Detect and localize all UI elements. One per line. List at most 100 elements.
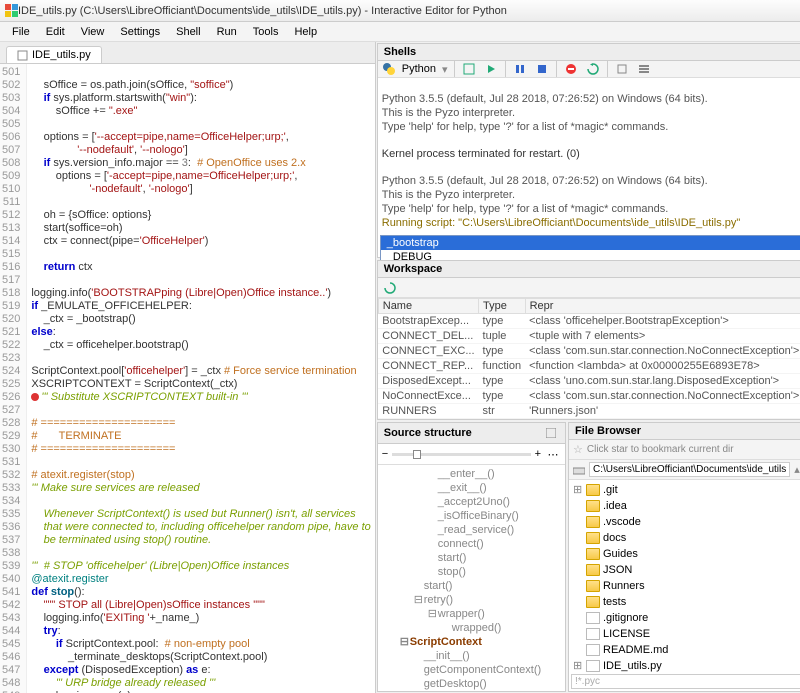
folder-icon xyxy=(586,564,600,576)
file-tree-item[interactable]: .idea xyxy=(573,498,800,514)
source-node[interactable]: __enter__() xyxy=(382,467,561,481)
bookmark-hint: Click star to bookmark current dir xyxy=(587,444,734,455)
menu-tools[interactable]: Tools xyxy=(245,24,287,40)
file-icon xyxy=(586,612,600,624)
drive-icon xyxy=(573,465,585,475)
source-header: Source structure xyxy=(384,427,472,439)
source-node[interactable]: start() xyxy=(382,551,561,565)
source-node[interactable]: wrapped() xyxy=(382,621,561,635)
source-node[interactable]: _accept2Uno() xyxy=(382,495,561,509)
completion-item[interactable]: _bootstrap xyxy=(381,236,800,250)
expand-icon[interactable] xyxy=(543,425,559,441)
filebrowser-header: File Browser xyxy=(569,423,800,440)
source-node[interactable]: __init__() xyxy=(382,649,561,663)
source-node[interactable]: getComponentContext() xyxy=(382,663,561,677)
shell-lang[interactable]: Python xyxy=(402,63,436,75)
file-tree-item[interactable]: JSON xyxy=(573,562,800,578)
title-bar: IDE_utils.py (C:\Users\LibreOfficiant\Do… xyxy=(0,0,800,22)
file-icon xyxy=(586,644,600,656)
source-slider[interactable]: −+ ⋯ xyxy=(378,444,565,465)
folder-icon xyxy=(586,532,600,544)
editor-tabs: IDE_utils.py xyxy=(0,42,375,64)
workspace-row[interactable]: DisposedExcept...type<class 'uno.com.sun… xyxy=(378,374,800,389)
file-icon xyxy=(586,660,600,672)
workspace-row[interactable]: NoConnectExce...type<class 'com.sun.star… xyxy=(378,389,800,404)
workspace-row[interactable]: CONNECT_REP...function<function <lambda>… xyxy=(378,359,800,374)
new-shell-icon[interactable] xyxy=(461,61,477,77)
editor-pane: IDE_utils.py 501 502 503 504 505 506 507… xyxy=(0,42,376,693)
workspace-row[interactable]: BootstrapExcep...type<class 'officehelpe… xyxy=(378,314,800,329)
app-icon xyxy=(4,4,18,18)
code-editor[interactable]: 501 502 503 504 505 506 507 508 509 510 … xyxy=(0,64,375,693)
col-name[interactable]: Name xyxy=(378,299,478,314)
workspace-row[interactable]: CONNECT_DEL...tuple<tuple with 7 element… xyxy=(378,329,800,344)
file-icon xyxy=(586,628,600,640)
source-node[interactable]: getDesktop() xyxy=(382,677,561,691)
pause-icon[interactable] xyxy=(512,61,528,77)
workspace-row[interactable]: CONNECT_EXC...type<class 'com.sun.star.c… xyxy=(378,344,800,359)
file-tree-item[interactable]: ⊞IDE_utils.py xyxy=(573,658,800,672)
restart-icon[interactable] xyxy=(585,61,601,77)
file-tree-item[interactable]: README.md xyxy=(573,642,800,658)
file-tree-item[interactable]: LICENSE xyxy=(573,626,800,642)
path-field[interactable]: C:\Users\LibreOfficiant\Documents\ide_ut… xyxy=(589,462,790,477)
file-tree-item[interactable]: docs xyxy=(573,530,800,546)
file-icon xyxy=(17,50,28,61)
filter-input[interactable]: !*.pyc xyxy=(571,674,800,689)
workspace-toolbar xyxy=(378,278,800,298)
window-title: IDE_utils.py (C:\Users\LibreOfficiant\Do… xyxy=(18,5,507,17)
star-icon[interactable]: ☆ xyxy=(573,443,583,456)
settings-icon[interactable] xyxy=(636,61,652,77)
file-tree[interactable]: ⊞.git.idea.vscodedocsGuidesJSONRunnerste… xyxy=(569,480,800,672)
file-tree-item[interactable]: Guides xyxy=(573,546,800,562)
menu-file[interactable]: File xyxy=(4,24,38,40)
source-node[interactable]: start() xyxy=(382,579,561,593)
folder-icon xyxy=(586,580,600,592)
shell-output[interactable]: Python 3.5.5 (default, Jul 28 2018, 07:2… xyxy=(378,78,800,233)
folder-icon xyxy=(586,596,600,608)
source-opt-icon[interactable]: ⋯ xyxy=(545,446,561,462)
workspace-row[interactable]: Runnertype<class '__main__.Runner'> xyxy=(378,419,800,420)
folder-icon xyxy=(586,548,600,560)
refresh-icon[interactable] xyxy=(382,280,398,296)
workspace-header: Workspace xyxy=(378,261,800,278)
menu-edit[interactable]: Edit xyxy=(38,24,73,40)
tab-label: IDE_utils.py xyxy=(32,49,91,61)
source-tree[interactable]: __enter__()__exit__()_accept2Uno()_isOff… xyxy=(378,465,565,691)
source-node[interactable]: _isOfficeBinary() xyxy=(382,509,561,523)
file-tree-item[interactable]: .gitignore xyxy=(573,610,800,626)
python-icon xyxy=(382,62,396,76)
file-tree-item[interactable]: ⊞.git xyxy=(573,482,800,498)
source-node[interactable]: stop() xyxy=(382,565,561,579)
col-repr[interactable]: Repr xyxy=(525,299,800,314)
source-node[interactable]: ⊟retry() xyxy=(382,593,561,607)
menu-settings[interactable]: Settings xyxy=(112,24,168,40)
source-node[interactable]: _read_service() xyxy=(382,523,561,537)
file-tree-item[interactable]: Runners xyxy=(573,578,800,594)
file-tree-item[interactable]: .vscode xyxy=(573,514,800,530)
folder-icon xyxy=(586,500,600,512)
shell-toolbar: Python ▾ xyxy=(378,61,800,78)
interrupt-icon[interactable] xyxy=(563,61,579,77)
editor-tab[interactable]: IDE_utils.py xyxy=(6,46,102,63)
menu-shell[interactable]: Shell xyxy=(168,24,208,40)
workspace-table: Name Type Repr BootstrapExcep...type<cla… xyxy=(378,298,800,419)
workspace-row[interactable]: RUNNERSstr'Runners.json' xyxy=(378,404,800,419)
source-node[interactable]: ⊟ScriptContext xyxy=(382,635,561,649)
folder-icon xyxy=(586,484,600,496)
shells-header: Shells xyxy=(378,44,800,61)
col-type[interactable]: Type xyxy=(479,299,526,314)
source-node[interactable]: __exit__() xyxy=(382,481,561,495)
source-node[interactable]: connect() xyxy=(382,537,561,551)
menu-help[interactable]: Help xyxy=(286,24,325,40)
folder-icon xyxy=(586,516,600,528)
clear-icon[interactable] xyxy=(614,61,630,77)
run-icon[interactable] xyxy=(483,61,499,77)
menu-bar: File Edit View Settings Shell Run Tools … xyxy=(0,22,800,42)
source-node[interactable]: ⊟wrapper() xyxy=(382,607,561,621)
up-dir-icon[interactable]: ▴ xyxy=(794,463,800,476)
stop-debug-icon[interactable] xyxy=(534,61,550,77)
file-tree-item[interactable]: tests xyxy=(573,594,800,610)
menu-view[interactable]: View xyxy=(73,24,113,40)
menu-run[interactable]: Run xyxy=(209,24,245,40)
